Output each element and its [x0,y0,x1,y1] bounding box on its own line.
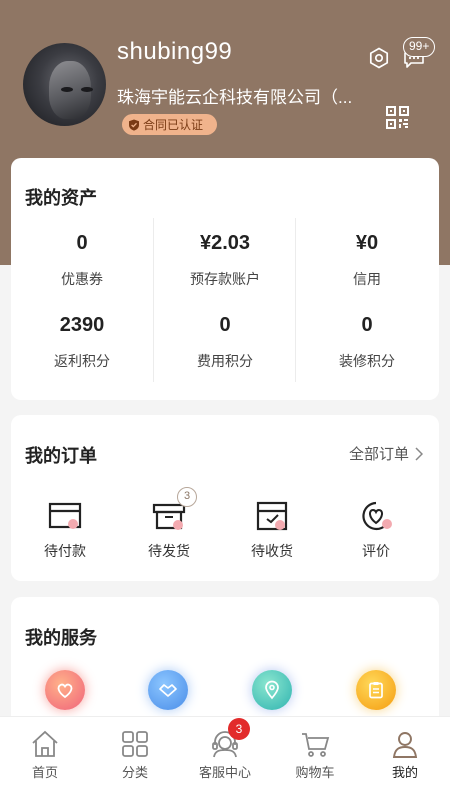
all-orders-link[interactable]: 全部订单 [349,443,423,464]
certified-badge-label: 合同已认证 [143,118,204,132]
service-partnership[interactable] [148,670,188,710]
asset-label: 信用 [353,271,381,287]
asset-value: 2390 [59,314,105,336]
order-pending-shipment[interactable]: 3 待发货 [129,487,209,561]
asset-rebate-points[interactable]: 2390 返利积分 [11,314,153,371]
asset-label: 返利积分 [54,353,110,369]
order-review[interactable]: 评价 [336,500,416,561]
asset-label: 费用积分 [197,353,253,369]
order-count-badge: 3 [177,487,197,507]
asset-label: 装修积分 [339,353,395,369]
asset-value: 0 [76,232,88,254]
tab-categories[interactable]: 分类 [90,729,180,781]
asset-deposit[interactable]: ¥2.03 预存款账户 [154,232,296,289]
tab-label: 分类 [121,765,148,780]
tab-label: 客服中心 [198,765,251,780]
tab-customer-service[interactable]: 客服中心 [180,729,270,781]
company-name: 珠海宇能云企科技有限公司（... [117,88,353,107]
asset-value: ¥0 [355,232,379,254]
asset-label: 预存款账户 [190,271,260,287]
tab-label: 我的 [391,765,418,780]
certified-badge: 合同已认证 [122,114,218,135]
clipboard-icon [369,682,383,699]
message-count-badge: 99+ [403,37,436,57]
assets-title: 我的资产 [25,188,97,208]
orders-title: 我的订单 [25,446,97,466]
user-icon [392,732,418,758]
order-item-label: 待发货 [148,543,190,559]
order-item-label: 评价 [362,543,390,559]
tab-home[interactable]: 首页 [0,729,90,781]
location-icon [265,680,279,700]
asset-decoration-points[interactable]: 0 装修积分 [296,314,438,371]
avatar[interactable] [23,43,106,126]
receive-box-icon [256,501,288,531]
service-favorites[interactable] [45,670,85,710]
qr-code-icon[interactable] [385,105,410,130]
all-orders-label: 全部订单 [348,446,409,463]
asset-value: 0 [361,314,373,336]
services-title: 我的服务 [25,628,97,648]
tab-cart[interactable]: 购物车 [270,729,360,781]
username: shubing99 [117,38,233,65]
assets-card: 我的资产 0 优惠券 ¥2.03 预存款账户 ¥0 信用 2390 返利积分 0… [11,158,439,400]
asset-value: 0 [219,314,231,336]
cart-icon [302,733,330,757]
tab-label: 购物车 [295,765,335,780]
heart-icon [57,683,73,699]
orders-card: 我的订单 全部订单 待付款 3 待发货 待收货 评价 [11,415,439,581]
handshake-icon [159,684,177,697]
order-item-label: 待收货 [251,543,293,559]
home-icon [32,730,58,757]
chevron-right-icon [415,446,423,461]
tab-profile[interactable]: 我的 [360,729,450,781]
settings-icon[interactable] [368,47,390,69]
asset-expense-points[interactable]: 0 费用积分 [154,314,296,371]
service-location[interactable] [252,670,292,710]
order-item-label: 待付款 [44,543,86,559]
asset-label: 优惠券 [61,271,103,287]
asset-credit[interactable]: ¥0 信用 [296,232,438,289]
asset-value: ¥2.03 [199,232,251,254]
order-pending-payment[interactable]: 待付款 [25,500,105,561]
customer-service-badge: 3 [228,718,250,740]
wallet-card-icon [48,502,82,529]
asset-coupons[interactable]: 0 优惠券 [11,232,153,289]
bottom-tab-bar: 首页 分类 客服中心 购物车 我的 [0,717,450,800]
grid-icon [122,731,148,757]
shield-check-icon [129,119,139,131]
order-pending-receipt[interactable]: 待收货 [232,500,312,561]
service-records[interactable] [356,670,396,710]
tab-label: 首页 [31,765,58,780]
